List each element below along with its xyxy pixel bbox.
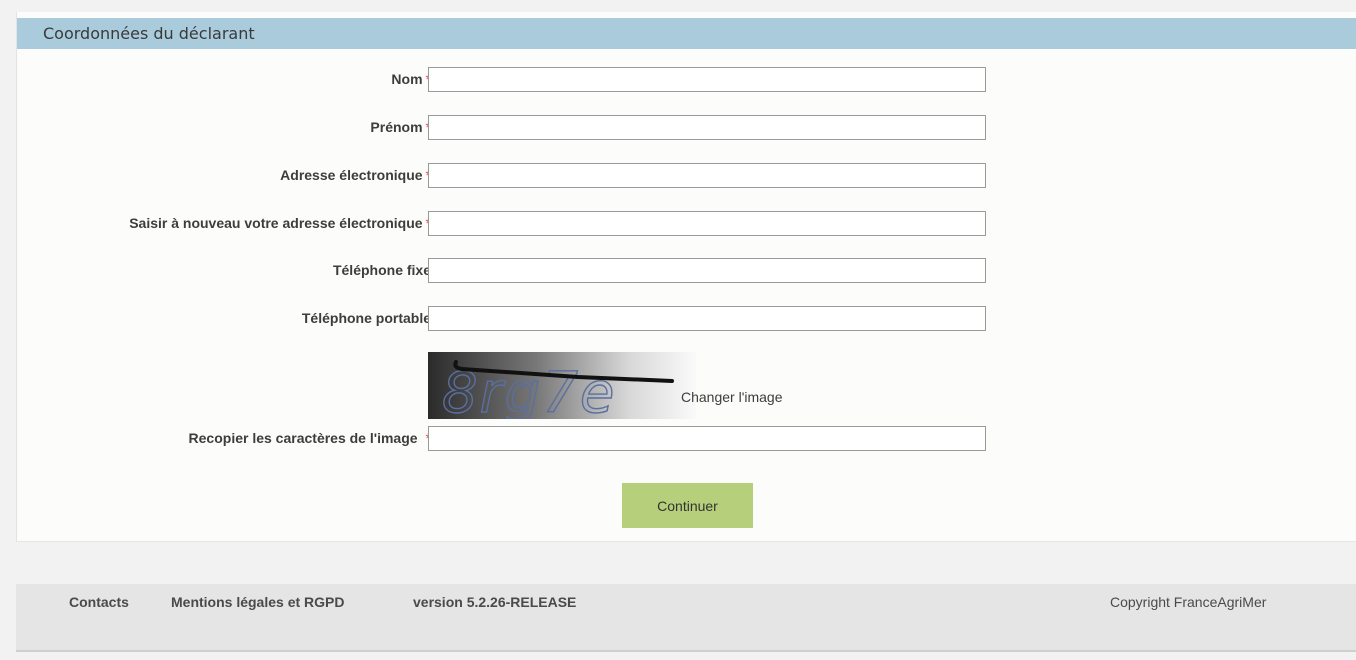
continue-button[interactable]: Continuer [622,483,753,528]
panel-title: Coordonnées du déclarant [43,24,255,43]
row-email-confirm: Saisir à nouveau votre adresse électroni… [17,211,1356,237]
email-confirm-input[interactable] [428,211,986,236]
row-telephone-fixe: Téléphone fixe [17,258,1356,284]
row-email: Adresse électronique* [17,163,1356,189]
label-telephone-fixe: Téléphone fixe [332,262,431,278]
change-image-link[interactable]: Changer l'image [681,389,783,405]
nom-input[interactable] [428,67,986,92]
label-email-confirm: Saisir à nouveau votre adresse électroni… [129,215,431,231]
label-prenom: Prénom* [370,119,431,135]
telephone-portable-input[interactable] [428,306,986,331]
row-prenom: Prénom* [17,115,1356,141]
footer-copyright: Copyright FranceAgriMer [1110,594,1267,610]
row-nom: Nom* [17,67,1356,93]
label-telephone-portable: Téléphone portable [301,310,431,326]
footer-legal-link[interactable]: Mentions légales et RGPD [171,594,344,610]
declarant-panel: Coordonnées du déclarant Nom* Prénom* Ad… [16,12,1356,542]
telephone-fixe-input[interactable] [428,258,986,283]
label-captcha: Recopier les caractères de l'image* [189,430,431,446]
footer-version: version 5.2.26-RELEASE [413,594,577,610]
captcha-image: 8rg7e [428,352,696,419]
footer-contacts-link[interactable]: Contacts [69,594,129,610]
label-nom: Nom* [391,71,431,87]
captcha-input[interactable] [428,426,986,451]
row-telephone-portable: Téléphone portable [17,306,1356,332]
footer: Contacts Mentions légales et RGPD versio… [16,584,1356,652]
email-input[interactable] [428,163,986,188]
label-email: Adresse électronique* [280,167,431,183]
prenom-input[interactable] [428,115,986,140]
panel-header: Coordonnées du déclarant [17,18,1356,49]
row-captcha: Recopier les caractères de l'image* [17,426,1356,452]
